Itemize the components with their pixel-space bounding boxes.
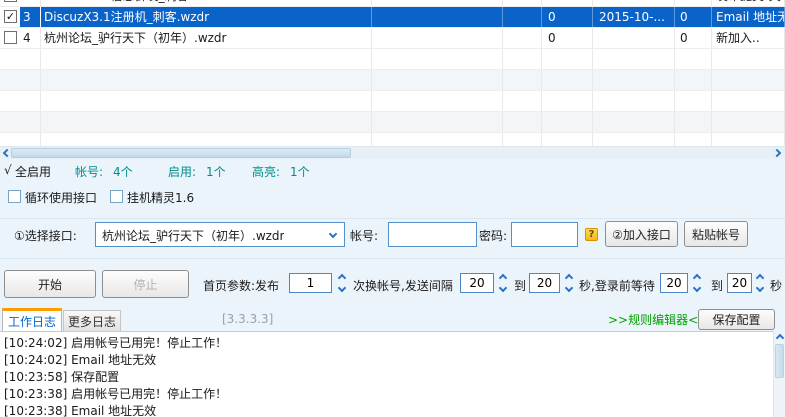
tab-work-log[interactable]: 工作日志 [2,308,62,331]
control-row: 开始 停止 首页参数:发布 次换帐号,发送间隔 到 秒,登录前等待 到 秒 [0,270,785,300]
select-all-check-icon[interactable]: √ [4,163,12,177]
interval-to-input[interactable] [529,273,560,293]
row-num: 2 [675,0,712,6]
save-config-button[interactable]: 保存配置 [698,309,775,330]
help-icon[interactable]: ? [585,228,598,241]
log-line: [10:23:38] 启用帐号已用完！停止工作！ [4,387,228,401]
stop-button[interactable]: 停止 [102,270,189,298]
log-line: [10:23:38] Email 地址无效 [4,404,157,417]
password-label: 密码: [479,229,508,243]
spinner-down-icon[interactable] [498,283,508,293]
table-empty-row [0,112,785,133]
v-scrollbar[interactable] [773,331,785,417]
spinner-up-icon[interactable] [337,273,347,283]
interval-from-spinner[interactable] [497,273,510,293]
account-label: 帐号: [350,229,379,243]
spinner-down-icon[interactable] [337,283,347,293]
row-count: 0 [542,7,593,27]
loop-interface-label[interactable]: 循环使用接口 [25,189,97,206]
row-checkbox[interactable] [4,31,17,44]
rule-file-name: DiscuzX3.1注册机_刺客.wzdr [41,7,372,27]
table-empty-row [0,91,785,112]
account-input[interactable] [388,222,477,247]
row-status: 新加入.. [712,28,785,48]
interval-from-input[interactable] [460,273,494,293]
to-label: 到 [514,279,527,293]
table-row[interactable]: 2DiscuzX3.1信息群发_刺客.wzdr02015-10-...2发布提交… [0,0,785,7]
wait-from-spinner[interactable] [691,273,704,293]
spinner-up-icon[interactable] [755,273,765,283]
log-line: [10:24:02] Email 地址无效 [4,353,157,367]
publish-count-input[interactable] [289,273,332,293]
seconds-label: 秒 [770,279,783,293]
tab-more-log[interactable]: 更多日志 [63,310,121,331]
row-num: 0 [675,7,712,27]
row-checkbox[interactable]: ✓ [4,10,17,23]
table-empty-row [0,49,785,70]
app-window: 2DiscuzX3.1信息群发_刺客.wzdr02015-10-...2发布提交… [0,0,785,417]
params-mid-label: 次换帐号,发送间隔 [353,279,453,293]
highlight-value: 1个 [290,165,310,179]
wait-from-input[interactable] [660,273,688,293]
forum-table: 2DiscuzX3.1信息群发_刺客.wzdr02015-10-...2发布提交… [0,0,785,146]
table-empty-row [0,70,785,91]
enabled-value: 1个 [206,165,226,179]
select-all-label[interactable]: 全启用 [15,163,51,180]
chevron-down-icon [328,229,338,239]
wait-label: 秒,登录前等待 [579,279,655,293]
highlight-label: 高亮: [252,165,281,179]
row-date [593,28,675,48]
password-input[interactable] [511,222,578,247]
log-lines: [10:24:02] 启用帐号已用完！停止工作！ [10:24:02] Email… [0,332,785,417]
wait-to-spinner[interactable] [754,273,767,293]
interval-to-spinner[interactable] [563,273,576,293]
join-interface-button[interactable]: ②加入接口 [605,221,678,247]
to-label-2: 到 [711,279,724,293]
row-status: Email 地址无 [712,7,785,27]
row-num: 0 [675,28,712,48]
row-status: 发布提交!失 [712,0,785,6]
interface-select[interactable]: 杭州论坛_驴行天下（初年）.wzdr [95,222,345,247]
rule-editor-link[interactable]: >>规则编辑器<< [608,311,708,328]
spinner-up-icon[interactable] [564,273,574,283]
interface-select-value: 杭州论坛_驴行天下（初年）.wzdr [102,229,285,243]
rule-file-name: 杭州论坛_驴行天下（初年）.wzdr [41,28,372,48]
row-checkbox[interactable] [4,0,17,2]
version-label: [3.3.3.3] [222,312,274,326]
paste-account-button[interactable]: 粘贴帐号 [684,221,748,247]
v-scrollbar-thumb[interactable] [775,344,784,378]
spinner-up-icon[interactable] [692,273,702,283]
spinner-down-icon[interactable] [692,283,702,293]
work-log-panel: [10:24:02] 启用帐号已用完！停止工作！ [10:24:02] Email… [0,331,785,417]
row-count: 0 [542,0,593,6]
scroll-right-icon[interactable] [772,147,784,159]
row-date: 2015-10-... [593,0,675,6]
log-line: [10:24:02] 启用帐号已用完！停止工作！ [4,336,228,350]
hang-genie-label[interactable]: 挂机精灵1.6 [127,189,194,206]
start-button[interactable]: 开始 [4,270,96,298]
spinner-up-icon[interactable] [498,273,508,283]
scroll-up-icon[interactable] [774,331,785,343]
table-row[interactable]: ✓ 3 DiscuzX3.1注册机_刺客.wzdr 0 2015-10-... 0 Emai… [0,7,785,28]
log-line: [10:23:58] 保存配置 [4,370,120,384]
accounts-label: 帐号: [75,165,104,179]
spinner-down-icon[interactable] [564,283,574,293]
spinner-down-icon[interactable] [755,283,765,293]
publish-count-spinner[interactable] [336,273,349,293]
h-scrollbar[interactable] [0,146,785,159]
table-row[interactable]: 4 杭州论坛_驴行天下（初年）.wzdr 0 0 新加入.. [0,28,785,49]
row-date: 2015-10-... [593,7,675,27]
accounts-value: 4个 [113,165,133,179]
wait-to-input[interactable] [727,273,752,293]
enabled-label: 启用: [168,165,197,179]
select-interface-label: ①选择接口: [14,229,77,243]
loop-interface-checkbox[interactable] [8,190,21,203]
table-empty-row [0,133,785,146]
row-count: 0 [542,28,593,48]
rule-file-name: DiscuzX3.1信息群发_刺客.wzdr [41,0,372,6]
params-prefix-label: 首页参数:发布 [203,279,280,293]
hang-genie-checkbox[interactable] [110,190,123,203]
h-scrollbar-thumb[interactable] [11,148,351,158]
